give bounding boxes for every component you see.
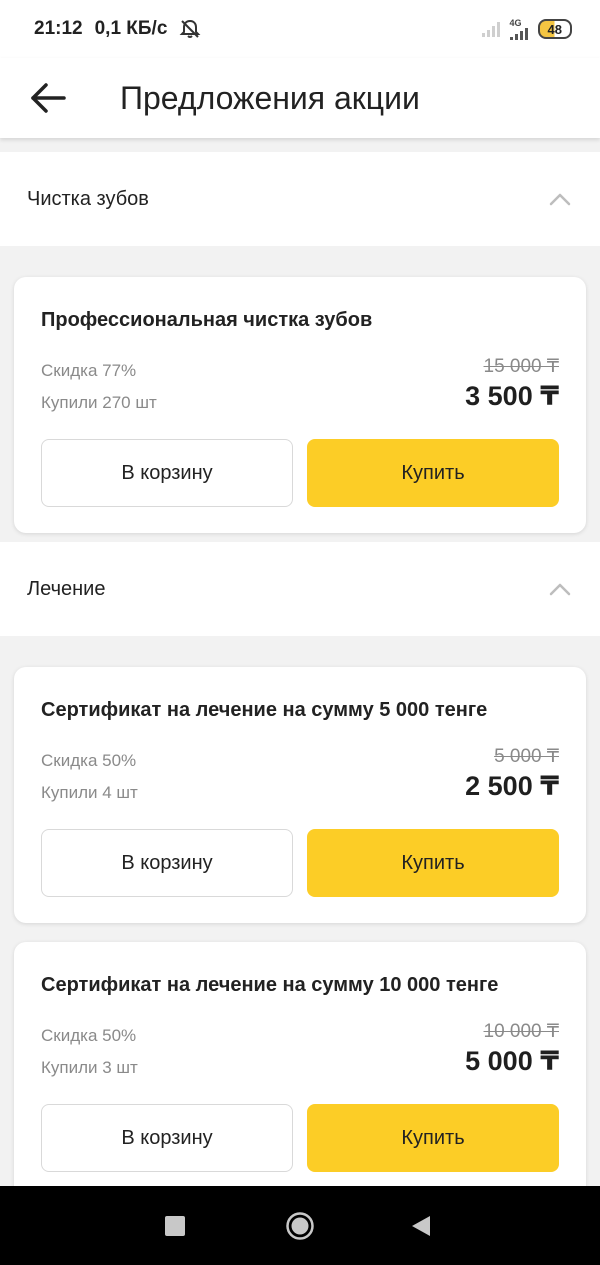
network-type: 4G <box>509 18 522 28</box>
page-title: Предложения акции <box>120 79 420 116</box>
offer-card: Профессиональная чистка зубов Скидка 77%… <box>14 277 586 533</box>
signal-strength-icon <box>481 21 500 37</box>
offer-card: Сертификат на лечение на сумму 10 000 те… <box>14 942 586 1198</box>
offer-price: 5 000 ₸ <box>465 1046 559 1076</box>
add-to-cart-button[interactable]: В корзину <box>41 829 293 897</box>
buy-button[interactable]: Купить <box>307 439 559 507</box>
battery-level: 48 <box>547 21 562 37</box>
offer-old-price: 10 000 ₸ <box>483 1021 559 1042</box>
offer-title: Сертификат на лечение на сумму 10 000 те… <box>41 974 499 996</box>
offer-old-price: 5 000 ₸ <box>494 746 559 767</box>
back-button[interactable] <box>8 58 88 138</box>
offer-discount: Скидка 77% <box>41 361 137 380</box>
square-icon <box>165 1215 185 1236</box>
nav-home-button[interactable] <box>260 1186 340 1265</box>
section-title: Лечение <box>27 577 106 600</box>
nav-back-button[interactable] <box>381 1186 461 1265</box>
add-to-cart-button[interactable]: В корзину <box>41 439 293 507</box>
triangle-icon <box>412 1215 430 1236</box>
buy-button[interactable]: Купить <box>307 1104 559 1172</box>
section-header-treatment[interactable]: Лечение <box>0 542 600 636</box>
status-speed: 0,1 КБ/с <box>94 18 168 39</box>
battery-icon: 48 <box>537 19 572 39</box>
chevron-up-icon[interactable] <box>548 582 572 596</box>
section-title: Чистка зубов <box>27 187 149 210</box>
offer-price: 2 500 ₸ <box>465 771 559 801</box>
system-nav-bar <box>0 1186 600 1265</box>
circle-icon <box>286 1211 314 1240</box>
offer-price: 3 500 ₸ <box>465 381 559 411</box>
offer-title: Сертификат на лечение на сумму 5 000 тен… <box>41 699 488 721</box>
offer-discount: Скидка 50% <box>41 1026 137 1045</box>
offer-card: Сертификат на лечение на сумму 5 000 тен… <box>14 667 586 923</box>
offer-discount: Скидка 50% <box>41 751 137 770</box>
lte-signal: 4G <box>509 18 528 40</box>
offer-bought-count: Купили 4 шт <box>41 783 138 802</box>
status-time: 21:12 <box>34 18 83 39</box>
app-bar: Предложения акции <box>0 58 600 138</box>
offer-title: Профессиональная чистка зубов <box>41 309 373 331</box>
buy-button[interactable]: Купить <box>307 829 559 897</box>
add-to-cart-button[interactable]: В корзину <box>41 1104 293 1172</box>
offer-bought-count: Купили 3 шт <box>41 1058 138 1077</box>
arrow-left-icon <box>31 83 66 113</box>
bell-off-icon <box>179 19 201 39</box>
nav-recents-button[interactable] <box>135 1186 215 1265</box>
signal-strength-icon <box>509 28 528 40</box>
section-header-cleaning[interactable]: Чистка зубов <box>0 152 600 246</box>
status-bar: 21:12 0,1 КБ/с 4G 48 <box>0 0 600 58</box>
offer-bought-count: Купили 270 шт <box>41 393 157 412</box>
offer-old-price: 15 000 ₸ <box>483 356 559 377</box>
chevron-up-icon[interactable] <box>548 192 572 206</box>
